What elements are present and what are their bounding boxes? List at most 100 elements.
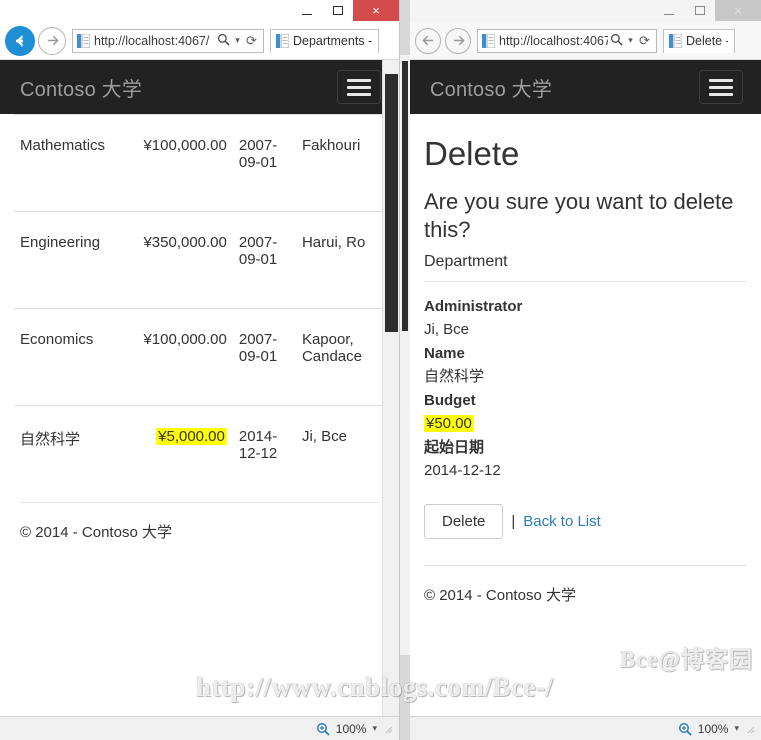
departments-table-body: Mathematics ¥100,000.00 2007-09-01 Fakho… bbox=[14, 114, 385, 502]
action-separator: | bbox=[511, 513, 516, 531]
confirm-question: Are you sure you want to delete this? bbox=[424, 189, 734, 242]
close-icon: × bbox=[372, 3, 380, 18]
department-details-list: Administrator Ji, Bce Name 自然科学 Budget ¥… bbox=[424, 296, 747, 482]
page-favicon-icon bbox=[482, 33, 495, 48]
resize-grip-icon[interactable] bbox=[745, 724, 755, 734]
field-term-name: Name bbox=[424, 345, 465, 363]
cell-administrator: Kapoor, Candace bbox=[295, 308, 385, 406]
site-navbar: Contoso 大学 bbox=[410, 60, 761, 114]
refresh-icon[interactable]: ⟳ bbox=[243, 33, 260, 49]
budget-value: ¥100,000.00 bbox=[143, 137, 227, 154]
table-row[interactable]: Economics ¥100,000.00 2007-09-01 Kapoor,… bbox=[14, 308, 385, 406]
minimize-button[interactable] bbox=[291, 0, 322, 21]
hamburger-menu-icon[interactable] bbox=[699, 70, 743, 104]
address-bar[interactable]: http://localhost:4067/ ▾ ⟳ bbox=[72, 28, 264, 53]
minimize-icon bbox=[301, 13, 312, 15]
left-status-bar: 100% ▾ bbox=[0, 716, 399, 740]
right-status-bar: 100% ▾ bbox=[410, 716, 761, 740]
browser-window-delete: × http://localhost:4067/ ▾ ⟳ Delete - Co… bbox=[410, 0, 761, 740]
cell-administrator: Fakhouri bbox=[295, 114, 385, 212]
cell-start-date: 2007-09-01 bbox=[232, 308, 296, 406]
tab-favicon-icon bbox=[669, 34, 682, 48]
budget-value: ¥350,000.00 bbox=[143, 234, 227, 251]
page-footer-copyright: © 2014 - Contoso 大学 bbox=[20, 524, 172, 541]
outer-scrollbar-thumb[interactable] bbox=[402, 61, 408, 331]
cell-name: 自然科学 bbox=[14, 405, 129, 502]
budget-value-highlighted: ¥50.00 bbox=[424, 414, 474, 432]
scrollbar-thumb[interactable] bbox=[385, 74, 398, 332]
brand-title[interactable]: Contoso 大学 bbox=[430, 73, 552, 102]
site-navbar: Contoso 大学 bbox=[0, 60, 399, 114]
right-browser-toolbar: http://localhost:4067/ ▾ ⟳ Delete - bbox=[410, 22, 761, 59]
tab-label: Delete - bbox=[686, 34, 728, 48]
back-button[interactable] bbox=[415, 27, 441, 54]
delete-button[interactable]: Delete bbox=[424, 504, 504, 540]
zoom-in-icon[interactable] bbox=[316, 722, 330, 736]
maximize-button[interactable] bbox=[322, 0, 353, 21]
cell-administrator: Ji, Bce bbox=[295, 405, 385, 502]
budget-value: ¥100,000.00 bbox=[143, 331, 227, 348]
left-window-controls: × bbox=[291, 0, 399, 22]
chevron-down-icon[interactable]: ▾ bbox=[625, 35, 636, 46]
field-value-budget: ¥50.00 bbox=[424, 413, 747, 436]
vertical-scrollbar[interactable] bbox=[382, 60, 399, 717]
search-icon[interactable] bbox=[608, 33, 625, 49]
forward-button[interactable] bbox=[38, 26, 66, 55]
forward-arrow-icon bbox=[453, 35, 465, 46]
chevron-down-icon[interactable]: ▾ bbox=[232, 35, 243, 46]
field-value-administrator: Ji, Bce bbox=[424, 320, 470, 338]
zoom-caret-icon[interactable]: ▾ bbox=[372, 723, 377, 734]
field-term-budget: Budget bbox=[424, 392, 476, 410]
cell-budget: ¥5,000.00 bbox=[129, 405, 233, 502]
field-term-administrator: Administrator bbox=[424, 298, 523, 316]
desktop-screen: × http://localhost:4067/ ▾ ⟳ Departments… bbox=[0, 0, 761, 740]
search-icon[interactable] bbox=[215, 33, 232, 49]
close-button[interactable]: × bbox=[715, 0, 761, 21]
forward-button[interactable] bbox=[445, 27, 471, 54]
minimize-button[interactable] bbox=[653, 0, 684, 21]
brand-title[interactable]: Contoso 大学 bbox=[20, 73, 142, 102]
table-row[interactable]: Mathematics ¥100,000.00 2007-09-01 Fakho… bbox=[14, 114, 385, 212]
right-page-viewport: Contoso 大学 Delete Are you sure you want … bbox=[410, 59, 761, 717]
section-divider bbox=[424, 281, 747, 283]
tab-favicon-icon bbox=[276, 34, 289, 48]
zoom-in-icon[interactable] bbox=[678, 722, 692, 736]
left-page-content: Mathematics ¥100,000.00 2007-09-01 Fakho… bbox=[0, 114, 399, 542]
cell-name: Engineering bbox=[14, 211, 129, 309]
address-bar[interactable]: http://localhost:4067/ ▾ ⟳ bbox=[477, 28, 657, 53]
outer-scrollbar-track[interactable] bbox=[400, 55, 410, 655]
forward-arrow-icon bbox=[47, 35, 59, 46]
resize-grip-icon[interactable] bbox=[383, 724, 393, 734]
hamburger-menu-icon[interactable] bbox=[337, 70, 381, 104]
table-row[interactable]: Engineering ¥350,000.00 2007-09-01 Harui… bbox=[14, 211, 385, 309]
table-row[interactable]: 自然科学 ¥5,000.00 2014-12-12 Ji, Bce bbox=[14, 405, 385, 502]
cell-start-date: 2007-09-01 bbox=[232, 114, 296, 212]
close-button[interactable]: × bbox=[353, 0, 399, 21]
zoom-level-label: 100% bbox=[697, 721, 729, 736]
budget-value-highlighted: ¥5,000.00 bbox=[156, 428, 227, 445]
browser-window-departments: × http://localhost:4067/ ▾ ⟳ Departments… bbox=[0, 0, 400, 740]
cell-start-date: 2007-09-01 bbox=[232, 211, 296, 309]
right-window-controls: × bbox=[653, 0, 761, 22]
address-url-text: http://localhost:4067/ bbox=[94, 33, 210, 48]
left-title-bar: × bbox=[0, 0, 399, 22]
refresh-icon[interactable]: ⟳ bbox=[636, 33, 653, 49]
maximize-button[interactable] bbox=[684, 0, 715, 21]
field-value-start-date: 2014-12-12 bbox=[424, 461, 501, 479]
left-page-viewport: Contoso 大学 Mathematics ¥100,000.00 2007-… bbox=[0, 59, 399, 717]
cell-budget: ¥100,000.00 bbox=[129, 114, 233, 212]
zoom-caret-icon[interactable]: ▾ bbox=[734, 723, 739, 734]
cell-administrator: Harui, Ro bbox=[295, 211, 385, 309]
field-value-name: 自然科学 bbox=[424, 367, 485, 385]
back-arrow-icon bbox=[421, 35, 433, 46]
tab-delete[interactable]: Delete - bbox=[663, 28, 735, 53]
page-favicon-icon bbox=[77, 33, 90, 48]
tab-departments[interactable]: Departments - bbox=[270, 28, 380, 53]
left-browser-toolbar: http://localhost:4067/ ▾ ⟳ Departments - bbox=[0, 22, 399, 59]
minimize-icon bbox=[663, 13, 674, 15]
back-to-list-link[interactable]: Back to List bbox=[523, 513, 601, 530]
back-button[interactable] bbox=[5, 25, 35, 56]
back-arrow-icon bbox=[16, 34, 23, 47]
cell-budget: ¥100,000.00 bbox=[129, 308, 233, 406]
form-actions: Delete | Back to List bbox=[424, 504, 747, 540]
